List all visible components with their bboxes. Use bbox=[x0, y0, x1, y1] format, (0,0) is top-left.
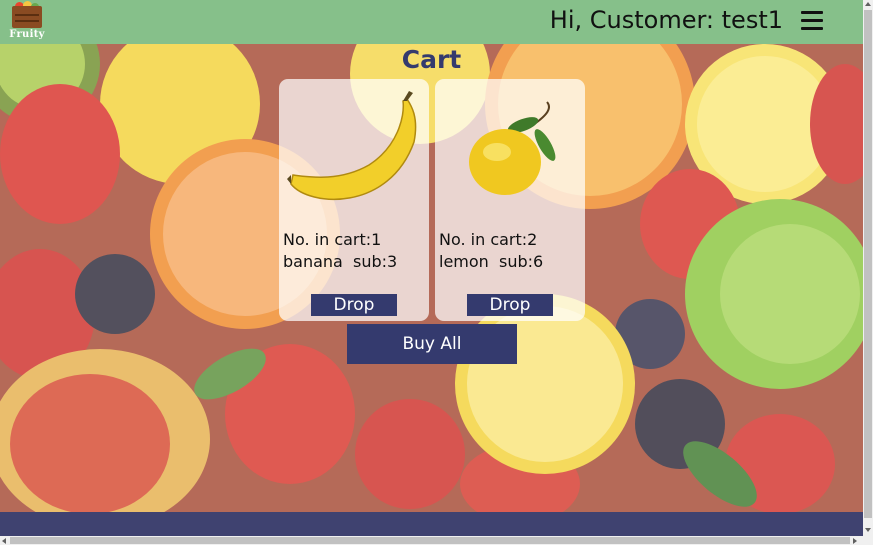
cart-item-detail: lemon sub:6 bbox=[439, 252, 544, 271]
horizontal-scrollbar[interactable] bbox=[0, 536, 873, 545]
drop-button[interactable]: Drop bbox=[311, 294, 397, 316]
scrollbar-thumb[interactable] bbox=[10, 537, 850, 544]
logo-text: Fruity bbox=[9, 29, 45, 40]
banana-icon bbox=[287, 91, 417, 200]
buy-all-button[interactable]: Buy All bbox=[347, 324, 517, 364]
vertical-scrollbar[interactable] bbox=[863, 0, 873, 536]
customer-greeting: Hi, Customer: test1 bbox=[549, 6, 783, 34]
lemon-icon bbox=[469, 101, 556, 195]
cart-item-count: No. in cart:1 bbox=[283, 230, 382, 249]
cart-item-count: No. in cart:2 bbox=[439, 230, 538, 249]
crate-icon bbox=[12, 6, 42, 28]
hamburger-icon[interactable] bbox=[801, 9, 823, 31]
footer-bar bbox=[0, 512, 863, 536]
scroll-up-icon[interactable] bbox=[865, 2, 871, 6]
cart-item-detail: banana sub:3 bbox=[283, 252, 398, 271]
top-navbar: Fruity Hi, Customer: test1 bbox=[0, 0, 863, 44]
scroll-right-icon[interactable] bbox=[853, 538, 857, 544]
cart-item-card: No. in cart:1 banana sub:3 Drop bbox=[279, 79, 429, 321]
fruity-logo[interactable]: Fruity bbox=[8, 0, 44, 44]
scroll-left-icon[interactable] bbox=[2, 538, 6, 544]
cart-item-card: No. in cart:2 lemon sub:6 Drop bbox=[435, 79, 585, 321]
cart-title: Cart bbox=[401, 45, 462, 74]
drop-button[interactable]: Drop bbox=[467, 294, 553, 316]
scrollbar-thumb[interactable] bbox=[864, 10, 872, 518]
fruit-background-image bbox=[0, 44, 863, 512]
scroll-down-icon[interactable] bbox=[865, 528, 871, 532]
